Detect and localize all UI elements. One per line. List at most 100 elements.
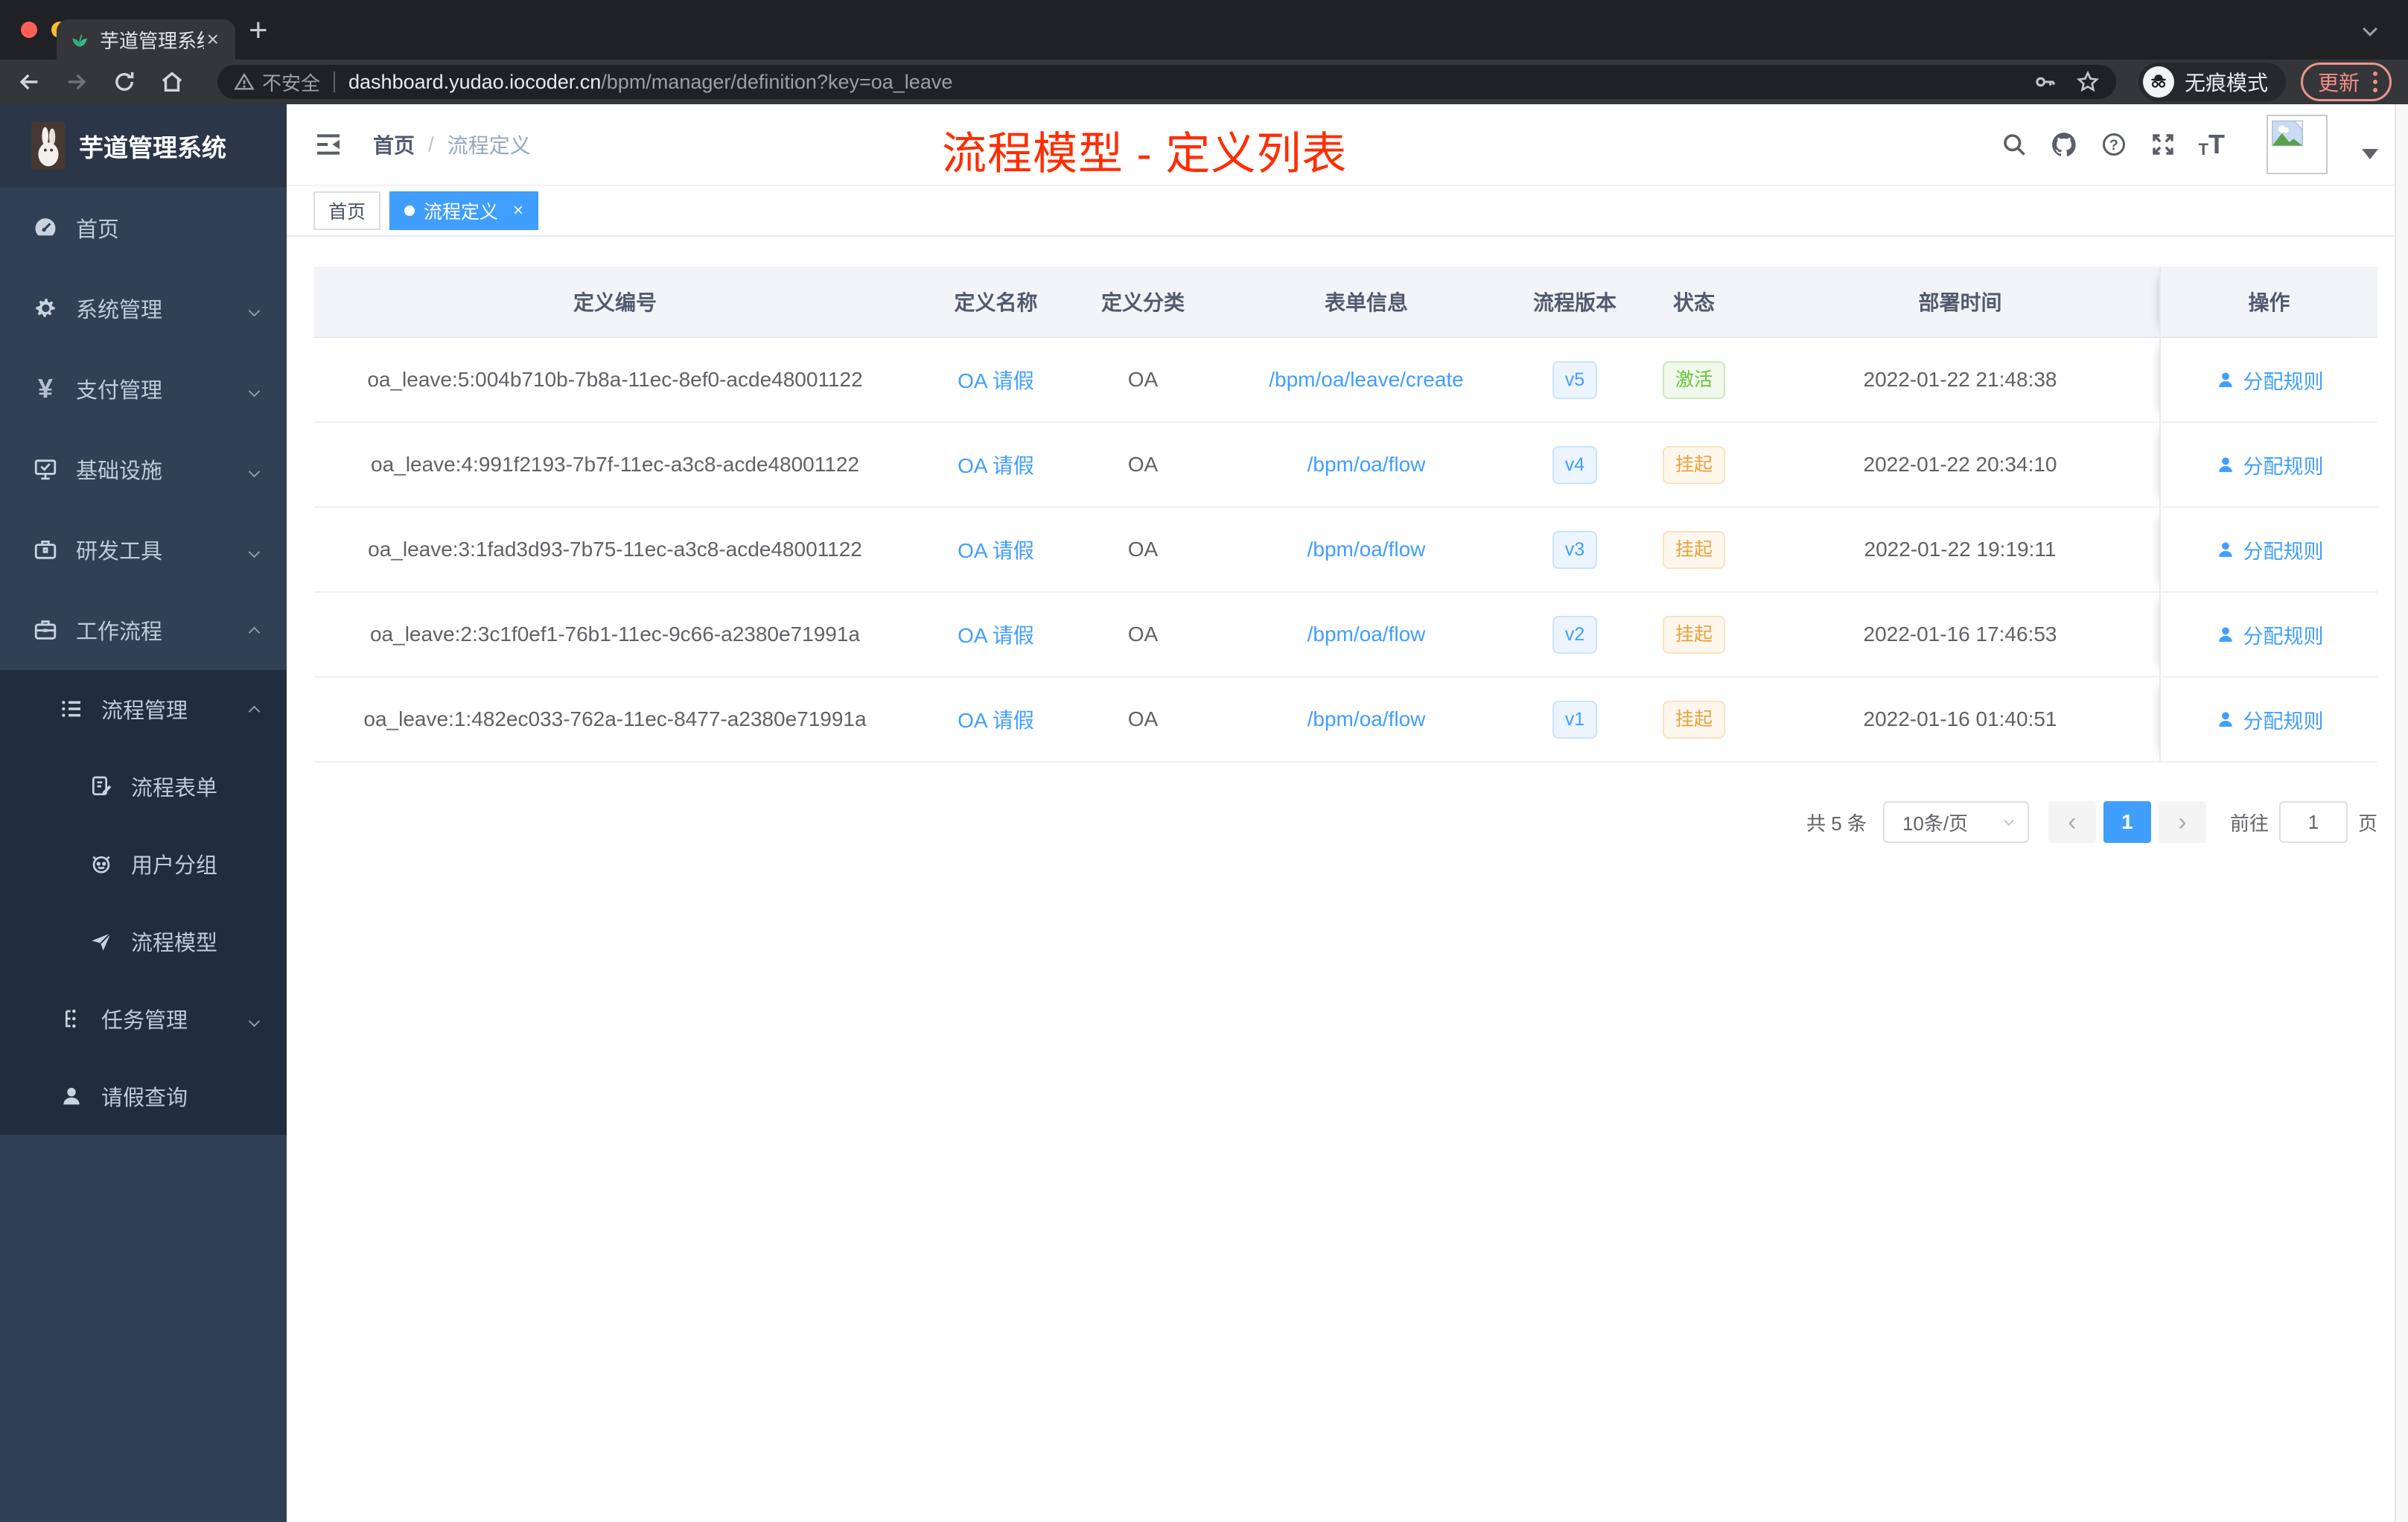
tab-close-icon[interactable]: × xyxy=(204,28,222,51)
definition-name-link[interactable]: OA 请假 xyxy=(958,704,1034,734)
sidebar-item-user-group[interactable]: 用户分组 xyxy=(0,825,287,902)
definition-name-link[interactable]: OA 请假 xyxy=(958,535,1034,564)
page-scrollbar[interactable] xyxy=(2395,104,2408,1522)
close-window-button[interactable] xyxy=(21,22,37,38)
assign-rule-button[interactable]: 分配规则 xyxy=(2215,450,2324,480)
goto-page-input[interactable] xyxy=(2278,801,2348,843)
group-icon xyxy=(89,852,113,876)
definition-name-link[interactable]: OA 请假 xyxy=(958,365,1034,395)
pagination: 共 5 条 10条/页 ‹ 1 › 前往 页 xyxy=(314,801,2377,843)
prev-page-button[interactable]: ‹ xyxy=(2048,801,2096,843)
sidebar-item-process-form[interactable]: 流程表单 xyxy=(0,748,287,825)
page-unit-label: 页 xyxy=(2357,812,2377,835)
tag-home[interactable]: 首页 xyxy=(313,191,381,230)
back-button[interactable] xyxy=(16,69,42,95)
avatar-logo xyxy=(31,122,66,170)
table-header: 定义编号 定义名称 定义分类 表单信息 流程版本 状态 部署时间 操作 xyxy=(314,267,2377,338)
table-row: oa_leave:1:482ec033-762a-11ec-8477-a2380… xyxy=(314,678,2377,762)
status-badge: 挂起 xyxy=(1662,445,1725,484)
github-icon[interactable] xyxy=(2050,130,2078,159)
form-link[interactable]: /bpm/oa/flow xyxy=(1307,623,1426,646)
security-warning[interactable]: 不安全 xyxy=(234,69,320,96)
tab-search-chevron-icon[interactable] xyxy=(2363,22,2377,38)
definition-table: 定义编号 定义名称 定义分类 表单信息 流程版本 状态 部署时间 操作 oa_l… xyxy=(314,267,2377,762)
version-badge[interactable]: v4 xyxy=(1552,445,1598,484)
browser-menu-icon[interactable] xyxy=(2373,71,2377,92)
goto-label: 前往 xyxy=(2229,812,2269,835)
sidebar: 芋道管理系统 首页 系统管理 ¥ 支付管理 基础设施 研发工具 工作流程 流程管… xyxy=(0,104,287,1522)
chevron-down-icon xyxy=(248,377,261,401)
help-icon[interactable]: ? xyxy=(2100,131,2127,158)
version-badge[interactable]: v2 xyxy=(1552,615,1598,654)
address-bar[interactable]: 不安全 dashboard.yudao.iocoder.cn/bpm/manag… xyxy=(217,65,2116,99)
page-size-select[interactable]: 10条/页 xyxy=(1882,801,2029,843)
chevron-down-icon xyxy=(248,457,261,482)
sidebar-logo[interactable]: 芋道管理系统 xyxy=(0,104,287,188)
form-link[interactable]: /bpm/oa/flow xyxy=(1307,538,1426,561)
sidebar-item-system[interactable]: 系统管理 xyxy=(0,268,287,348)
form-link[interactable]: /bpm/oa/leave/create xyxy=(1269,368,1464,392)
tag-process-definition[interactable]: 流程定义 × xyxy=(389,191,539,230)
warning-icon xyxy=(234,72,255,90)
tag-close-icon[interactable]: × xyxy=(513,200,523,221)
bookmark-star-icon[interactable] xyxy=(2076,70,2100,94)
sidebar-item-workflow[interactable]: 工作流程 xyxy=(0,590,287,670)
sidebar-item-process-model[interactable]: 流程模型 xyxy=(0,902,287,980)
breadcrumb-current: 流程定义 xyxy=(447,134,531,157)
assign-rule-button[interactable]: 分配规则 xyxy=(2215,535,2324,564)
next-page-button[interactable]: › xyxy=(2158,801,2206,843)
user-icon xyxy=(2218,372,2232,387)
avatar[interactable] xyxy=(2267,115,2328,174)
workflow-submenu: 流程管理 流程表单 用户分组 流程模型 任务管理 请假查询 xyxy=(0,670,287,1135)
assign-rule-button[interactable]: 分配规则 xyxy=(2215,366,2324,395)
search-icon[interactable] xyxy=(2001,131,2028,158)
form-icon xyxy=(89,774,113,798)
total-count: 共 5 条 xyxy=(1806,812,1867,835)
assign-rule-button[interactable]: 分配规则 xyxy=(2215,620,2324,649)
send-icon xyxy=(89,929,113,953)
active-dot xyxy=(404,206,415,216)
browser-toolbar: 不安全 dashboard.yudao.iocoder.cn/bpm/manag… xyxy=(0,60,2408,104)
definition-name-link[interactable]: OA 请假 xyxy=(958,450,1034,480)
definition-name-link[interactable]: OA 请假 xyxy=(958,620,1034,649)
user-icon xyxy=(60,1084,83,1108)
reload-button[interactable] xyxy=(112,69,137,95)
briefcase-icon xyxy=(33,617,58,643)
version-badge[interactable]: v3 xyxy=(1552,530,1598,569)
tab-strip: 芋道管理系统 × + xyxy=(0,0,2408,60)
table-row: oa_leave:2:3c1f0ef1-76b1-11ec-9c66-a2380… xyxy=(314,593,2377,678)
dashboard-icon xyxy=(33,215,58,241)
sidebar-item-leave-query[interactable]: 请假查询 xyxy=(0,1057,287,1135)
font-size-icon[interactable]: TT xyxy=(2199,131,2225,158)
browser-tab[interactable]: 芋道管理系统 × xyxy=(57,19,235,60)
sidebar-item-infra[interactable]: 基础设施 xyxy=(0,429,287,509)
browser-update-button[interactable]: 更新 xyxy=(2300,63,2392,101)
tags-view-bar: 首页 流程定义 × xyxy=(287,186,2408,237)
form-link[interactable]: /bpm/oa/flow xyxy=(1307,707,1426,731)
version-badge[interactable]: v5 xyxy=(1552,360,1598,399)
version-badge[interactable]: v1 xyxy=(1552,700,1598,739)
home-button[interactable] xyxy=(159,69,185,95)
sidebar-item-task-manage[interactable]: 任务管理 xyxy=(0,980,287,1057)
hamburger-fold-icon[interactable] xyxy=(313,130,343,159)
avatar-caret-icon[interactable] xyxy=(2362,149,2378,159)
list-icon xyxy=(60,697,83,721)
user-icon xyxy=(2218,627,2232,642)
current-page-button[interactable]: 1 xyxy=(2103,801,2151,843)
form-link[interactable]: /bpm/oa/flow xyxy=(1307,453,1426,477)
fullscreen-icon[interactable] xyxy=(2150,131,2176,158)
new-tab-button[interactable]: + xyxy=(249,12,268,49)
table-row: oa_leave:4:991f2193-7b7f-11ec-a3c8-acde4… xyxy=(314,423,2377,508)
breadcrumb-home[interactable]: 首页 xyxy=(373,130,415,159)
forward-button[interactable] xyxy=(64,69,89,95)
assign-rule-button[interactable]: 分配规则 xyxy=(2215,705,2324,734)
sidebar-item-process-manage[interactable]: 流程管理 xyxy=(0,670,287,748)
sidebar-item-home[interactable]: 首页 xyxy=(0,188,287,268)
chevron-down-icon xyxy=(248,538,261,562)
main-area: 首页 / 流程定义 流程模型 - 定义列表 ? TT 首页 流程定义 × 定义编… xyxy=(287,104,2408,1522)
svg-text:?: ? xyxy=(2109,137,2118,153)
sidebar-item-devtools[interactable]: 研发工具 xyxy=(0,509,287,590)
user-icon xyxy=(2218,457,2232,472)
password-key-icon[interactable] xyxy=(2033,70,2057,94)
sidebar-item-payment[interactable]: ¥ 支付管理 xyxy=(0,348,287,429)
